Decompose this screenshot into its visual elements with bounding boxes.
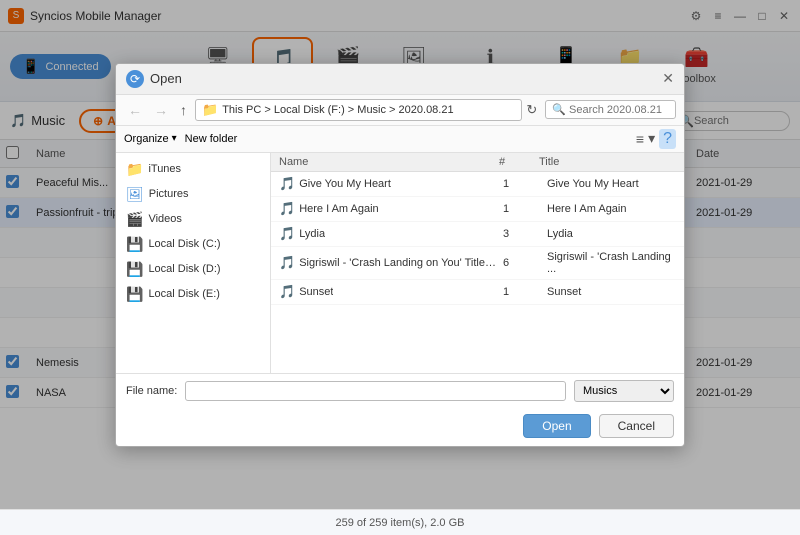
file-title: Here I Am Again [547,203,676,215]
file-name-cell: 🎵 Here I Am Again [279,201,499,217]
file-name-cell: 🎵 Sunset [279,284,499,300]
file-num: 3 [503,228,543,240]
dialog-icon: ⟳ [126,70,144,88]
file-name: Here I Am Again [299,203,379,215]
dialog-overlay: ⟳ Open ✕ ← → ↑ 📁 This PC > Local Disk (F… [0,0,800,509]
dialog-toolbar: ← → ↑ 📁 This PC > Local Disk (F:) > Musi… [116,95,684,126]
organize-chevron: ▾ [172,133,177,144]
filetype-select[interactable]: Musics [574,380,674,402]
col-name-header: Name [279,156,499,168]
file-icon: 🎵 [279,226,295,242]
view-controls: ≡ ▾ ? [636,129,676,149]
file-icon: 🎵 [279,201,295,217]
path-folder-icon: 📁 [202,102,218,118]
cancel-button[interactable]: Cancel [599,414,674,438]
open-dialog: ⟳ Open ✕ ← → ↑ 📁 This PC > Local Disk (F… [115,63,685,447]
view-toggle-btn[interactable]: ▾ [648,130,655,147]
tree-item-itunes[interactable]: 📁 iTunes [116,157,270,182]
file-header: Name # Title [271,153,684,172]
forward-btn[interactable]: → [150,100,172,120]
dialog-title: Open [150,71,656,86]
file-row[interactable]: 🎵 Lydia 3 Lydia [271,222,684,247]
dialog-footer: File name: Musics [116,373,684,408]
tree-label: iTunes [148,163,181,175]
file-num: 1 [503,178,543,190]
file-num: 1 [503,286,543,298]
file-icon: 🎵 [279,176,295,192]
status-bar: 259 of 259 item(s), 2.0 GB [0,509,800,535]
new-folder-btn[interactable]: New folder [185,133,238,145]
dialog-title-bar: ⟳ Open ✕ [116,64,684,95]
folder-tree: 📁 iTunes 🖼 Pictures 🎬 Videos 💾 Local Dis… [116,153,271,373]
organize-btn[interactable]: Organize ▾ [124,133,177,145]
file-name: Give You My Heart [299,178,391,190]
dialog-body: 📁 iTunes 🖼 Pictures 🎬 Videos 💾 Local Dis… [116,153,684,373]
file-name: Lydia [299,228,325,240]
col-title-header: Title [539,156,676,168]
path-text: This PC > Local Disk (F:) > Music > 2020… [222,104,453,116]
dialog-actions: Open Cancel [116,408,684,446]
address-bar[interactable]: 📁 This PC > Local Disk (F:) > Music > 20… [195,99,522,121]
organize-label: Organize [124,133,169,145]
dialog-search-icon: 🔍 [552,103,566,116]
refresh-path-btn[interactable]: ↻ [526,102,537,118]
videos-icon: 🎬 [126,211,143,228]
dialog-second-toolbar: Organize ▾ New folder ≡ ▾ ? [116,126,684,153]
open-button[interactable]: Open [523,414,590,438]
file-icon: 🎵 [279,255,295,271]
file-list: Name # Title 🎵 Give You My Heart 1 Give … [271,153,684,373]
file-num: 6 [503,257,543,269]
itunes-icon: 📁 [126,161,143,178]
tree-label: Local Disk (C:) [148,238,220,250]
file-title: Sigriswil - 'Crash Landing ... [547,251,676,275]
tree-label: Videos [148,213,181,225]
file-icon: 🎵 [279,284,295,300]
back-btn[interactable]: ← [124,100,146,120]
tree-item-pictures[interactable]: 🖼 Pictures [116,182,270,207]
tree-label: Pictures [149,188,189,200]
col-num-header: # [499,156,539,168]
up-btn[interactable]: ↑ [176,100,191,120]
new-folder-label: New folder [185,133,238,145]
file-title: Give You My Heart [547,178,676,190]
help-btn[interactable]: ? [659,129,676,149]
file-row[interactable]: 🎵 Sigriswil - 'Crash Landing on You' Tit… [271,247,684,280]
filename-input[interactable] [185,381,566,401]
dialog-search-input[interactable] [569,104,669,116]
disk-e-icon: 💾 [126,286,143,303]
tree-label: Local Disk (D:) [148,263,220,275]
tree-item-local-e[interactable]: 💾 Local Disk (E:) [116,282,270,307]
file-name: Sigriswil - 'Crash Landing on You' Title… [299,257,499,269]
file-name-cell: 🎵 Give You My Heart [279,176,499,192]
tree-item-videos[interactable]: 🎬 Videos [116,207,270,232]
file-num: 1 [503,203,543,215]
status-text: 259 of 259 item(s), 2.0 GB [335,517,464,529]
file-row[interactable]: 🎵 Sunset 1 Sunset [271,280,684,305]
file-name: Sunset [299,286,333,298]
file-name-cell: 🎵 Lydia [279,226,499,242]
file-row[interactable]: 🎵 Here I Am Again 1 Here I Am Again [271,197,684,222]
file-row[interactable]: 🎵 Give You My Heart 1 Give You My Heart [271,172,684,197]
pictures-icon: 🖼 [126,186,144,203]
view-list-btn[interactable]: ≡ [636,131,644,147]
tree-item-local-c[interactable]: 💾 Local Disk (C:) [116,232,270,257]
disk-c-icon: 💾 [126,236,143,253]
tree-label: Local Disk (E:) [148,288,220,300]
file-name-cell: 🎵 Sigriswil - 'Crash Landing on You' Tit… [279,255,499,271]
file-title: Lydia [547,228,676,240]
filename-label: File name: [126,385,177,397]
dialog-close-btn[interactable]: ✕ [662,70,674,87]
tree-item-local-d[interactable]: 💾 Local Disk (D:) [116,257,270,282]
disk-d-icon: 💾 [126,261,143,278]
file-title: Sunset [547,286,676,298]
